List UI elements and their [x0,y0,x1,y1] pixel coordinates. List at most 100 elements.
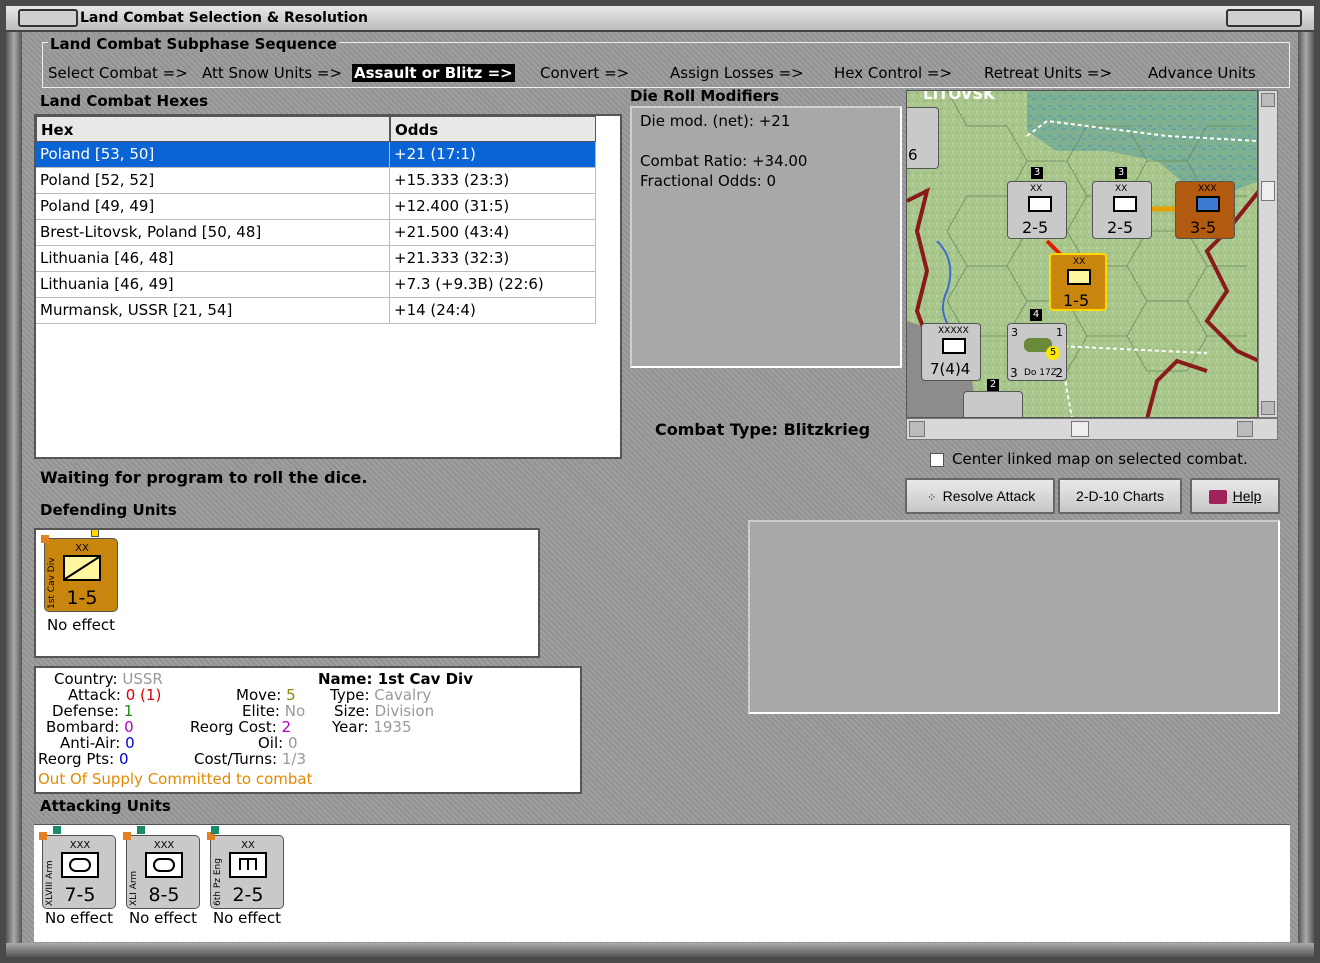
hex-cell: Lithuania [46, 48] [36,246,390,272]
stack-count: 4 [1030,309,1042,321]
engineer-symbol-icon [1028,196,1052,212]
seq-step-hex-control: Hex Control => [834,64,953,82]
stack-count: 3 [1115,167,1127,179]
cavalry-symbol-icon [1067,269,1091,285]
hex-cell: Lithuania [46, 49] [36,272,390,298]
table-row[interactable]: Poland [49, 49] +12.400 (31:5) [36,194,596,220]
stack-count: 3 [1031,167,1043,179]
map-counter[interactable]: XX 2-5 [1092,181,1152,239]
armor-symbol-icon [145,852,183,878]
reorgpts-label: Reorg Pts: [38,750,115,768]
map-counter[interactable]: XXX 3-5 [1175,181,1235,239]
status-message: Waiting for program to roll the dice. [40,468,368,487]
map-city-label: LITOVSK [923,90,995,103]
status-dot [39,832,47,840]
window-title: Land Combat Selection & Resolution [80,10,369,26]
unit-strength: 7-5 [64,884,96,906]
status-dot [91,529,99,537]
year-label: Year: [332,718,369,736]
map-counter-aircraft[interactable]: 3 1 5 3 Do 17Z 2 [1007,323,1067,381]
odds-cell: +21.333 (32:3) [390,246,596,272]
unit-strength: 1-5 [66,587,98,609]
seq-step-assign-losses: Assign Losses => [670,64,804,82]
unit-effect: No effect [128,909,198,927]
right-frame [1298,32,1314,952]
map-counter[interactable]: XX 2-5 [1007,181,1067,239]
hexes-title: Land Combat Hexes [40,92,209,110]
defending-unit-counter[interactable]: XX 1st Cav Div 1-5 [41,529,118,612]
attacking-unit-counter[interactable]: XXX XLVIII Arm 7-5 [39,826,116,909]
odds-cell: +14 (24:4) [390,298,596,324]
sequence-title: Land Combat Subphase Sequence [48,35,339,53]
hex-cell: Poland [53, 50] [36,142,390,168]
costturns-label: Cost/Turns: [194,750,278,768]
seq-step-retreat: Retreat Units => [984,64,1113,82]
reorgpts-value: 0 [118,750,129,768]
scroll-thumb[interactable] [1261,181,1275,201]
col-header-hex[interactable]: Hex [36,116,390,142]
scroll-thumb[interactable] [1071,421,1089,437]
center-linked-checkbox-row[interactable]: Center linked map on selected combat. [930,450,1248,468]
defending-units-box: XX 1st Cav Div 1-5 No effect [34,528,540,658]
hex-table: Hex Odds Poland [53, 50] +21 (17:1) Pola… [34,114,622,459]
seq-step-att-snow: Att Snow Units => [202,64,343,82]
odds-cell: +15.333 (23:3) [390,168,596,194]
supply-status: Out Of Supply Committed to combat [38,770,313,788]
map-counter-edge[interactable]: 6 [907,107,939,169]
status-dot [53,826,61,834]
window-controls[interactable] [1226,9,1302,27]
dice-icon: ⁘ [927,492,937,504]
system-menu-icon[interactable] [18,9,78,27]
scroll-down-icon[interactable] [1261,401,1275,415]
attacking-title: Attacking Units [40,797,171,815]
map-counter-selected[interactable]: XX 1-5 [1049,253,1107,311]
center-linked-checkbox[interactable] [930,452,944,467]
map-counter[interactable]: XXXXX 7(4)4 [921,323,981,381]
center-linked-label: Center linked map on selected combat. [952,450,1248,468]
scroll-left-icon[interactable] [909,421,925,437]
bottom-frame [6,943,1314,957]
table-row[interactable]: Lithuania [46, 49] +7.3 (+9.3B) (22:6) [36,272,596,298]
hex-cell: Poland [49, 49] [36,194,390,220]
hex-cell: Brest-Litovsk, Poland [50, 48] [36,220,390,246]
odds-cell: +7.3 (+9.3B) (22:6) [390,272,596,298]
die-roll-box: Die mod. (net): +21 Combat Ratio: +34.00… [630,106,902,368]
armor-symbol-icon [61,852,99,878]
help-button[interactable]: Help [1190,478,1280,514]
combat-result-box [748,520,1280,714]
map-horizontal-scrollbar[interactable] [906,418,1278,440]
unit-effect: No effect [46,616,116,634]
odds-cell: +12.400 (31:5) [390,194,596,220]
unit-effect: No effect [212,909,282,927]
table-row[interactable]: Poland [53, 50] +21 (17:1) [36,142,596,168]
table-row[interactable]: Murmansk, USSR [21, 54] +14 (24:4) [36,298,596,324]
scroll-right-icon[interactable] [1237,421,1253,437]
status-dot [211,826,219,834]
table-row[interactable]: Lithuania [46, 48] +21.333 (32:3) [36,246,596,272]
charts-button[interactable]: 2-D-10 Charts [1058,478,1182,514]
resolve-attack-button[interactable]: ⁘ Resolve Attack [905,478,1055,514]
scroll-up-icon[interactable] [1261,93,1275,107]
unit-strength: 2-5 [232,884,264,906]
map-vertical-scrollbar[interactable] [1258,90,1278,418]
unit-info-panel: Country: USSR Attack: 0 (1) Defense: 1 B… [34,666,582,794]
attacking-unit-counter[interactable]: XXX XLI Arm 8-5 [123,826,200,909]
die-roll-title: Die Roll Modifiers [630,87,780,105]
linked-map[interactable]: LITOVSK 6 XX 2-5 XX 2-5 XXX 3-5 XX 1-5 X… [906,90,1258,418]
die-mod-net: Die mod. (net): +21 [640,112,791,130]
hex-cell: Murmansk, USSR [21, 54] [36,298,390,324]
title-bar: Land Combat Selection & Resolution [6,6,1314,32]
odds-cell: +21.500 (43:4) [390,220,596,246]
armor-symbol-icon [942,338,966,354]
table-row[interactable]: Brest-Litovsk, Poland [50, 48] +21.500 (… [36,220,596,246]
col-header-odds[interactable]: Odds [390,116,596,142]
costturns-value: 1/3 [281,750,306,768]
combat-ratio: Combat Ratio: +34.00 [640,152,808,170]
hex-cell: Poland [52, 52] [36,168,390,194]
map-counter-partial[interactable] [963,391,1023,417]
seq-step-assault-blitz: Assault or Blitz => [352,64,515,82]
unit-strength: 8-5 [148,884,180,906]
seq-step-convert: Convert => [540,64,630,82]
attacking-unit-counter[interactable]: XX 6th Pz Eng 2-5 [207,826,284,909]
table-row[interactable]: Poland [52, 52] +15.333 (23:3) [36,168,596,194]
